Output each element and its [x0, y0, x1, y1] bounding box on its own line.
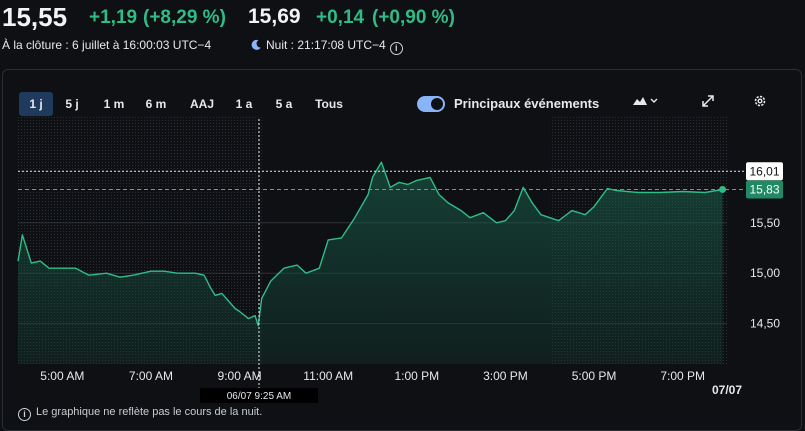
x-tick-label: 5:00 PM: [572, 369, 617, 383]
x-tick-label: 11:00 AM: [303, 369, 353, 383]
x-tick-label: 5:00 AM: [40, 369, 84, 383]
y-tick-label: 15,00: [750, 266, 780, 280]
price-chart[interactable]: 15,50 15,00 14,50 5:00 AM 7:00 AM 9:00 AM 11:0…: [0, 0, 805, 430]
footnote: i Le graphique ne reflète pas le cours de…: [18, 406, 262, 421]
x-tick-label: 3:00 PM: [483, 369, 528, 383]
current-price-label: 15,83: [749, 182, 779, 196]
footnote-text: Le graphique ne reflète pas le cours de …: [36, 406, 263, 418]
x-tick-label: 1:00 PM: [394, 369, 439, 383]
crosshair-label: 06/07 9:25 AM: [227, 391, 292, 402]
x-tick-label: 7:00 PM: [660, 369, 705, 383]
y-tick-label: 14,50: [750, 317, 780, 331]
x-tick-label: 9:00 AM: [218, 369, 262, 383]
info-icon: i: [18, 408, 31, 421]
previous-close-label: 16,01: [749, 164, 779, 178]
y-tick-label: 15,50: [750, 216, 780, 230]
x-tick-label: 7:00 AM: [129, 369, 173, 383]
date-label: 07/07: [712, 383, 742, 397]
